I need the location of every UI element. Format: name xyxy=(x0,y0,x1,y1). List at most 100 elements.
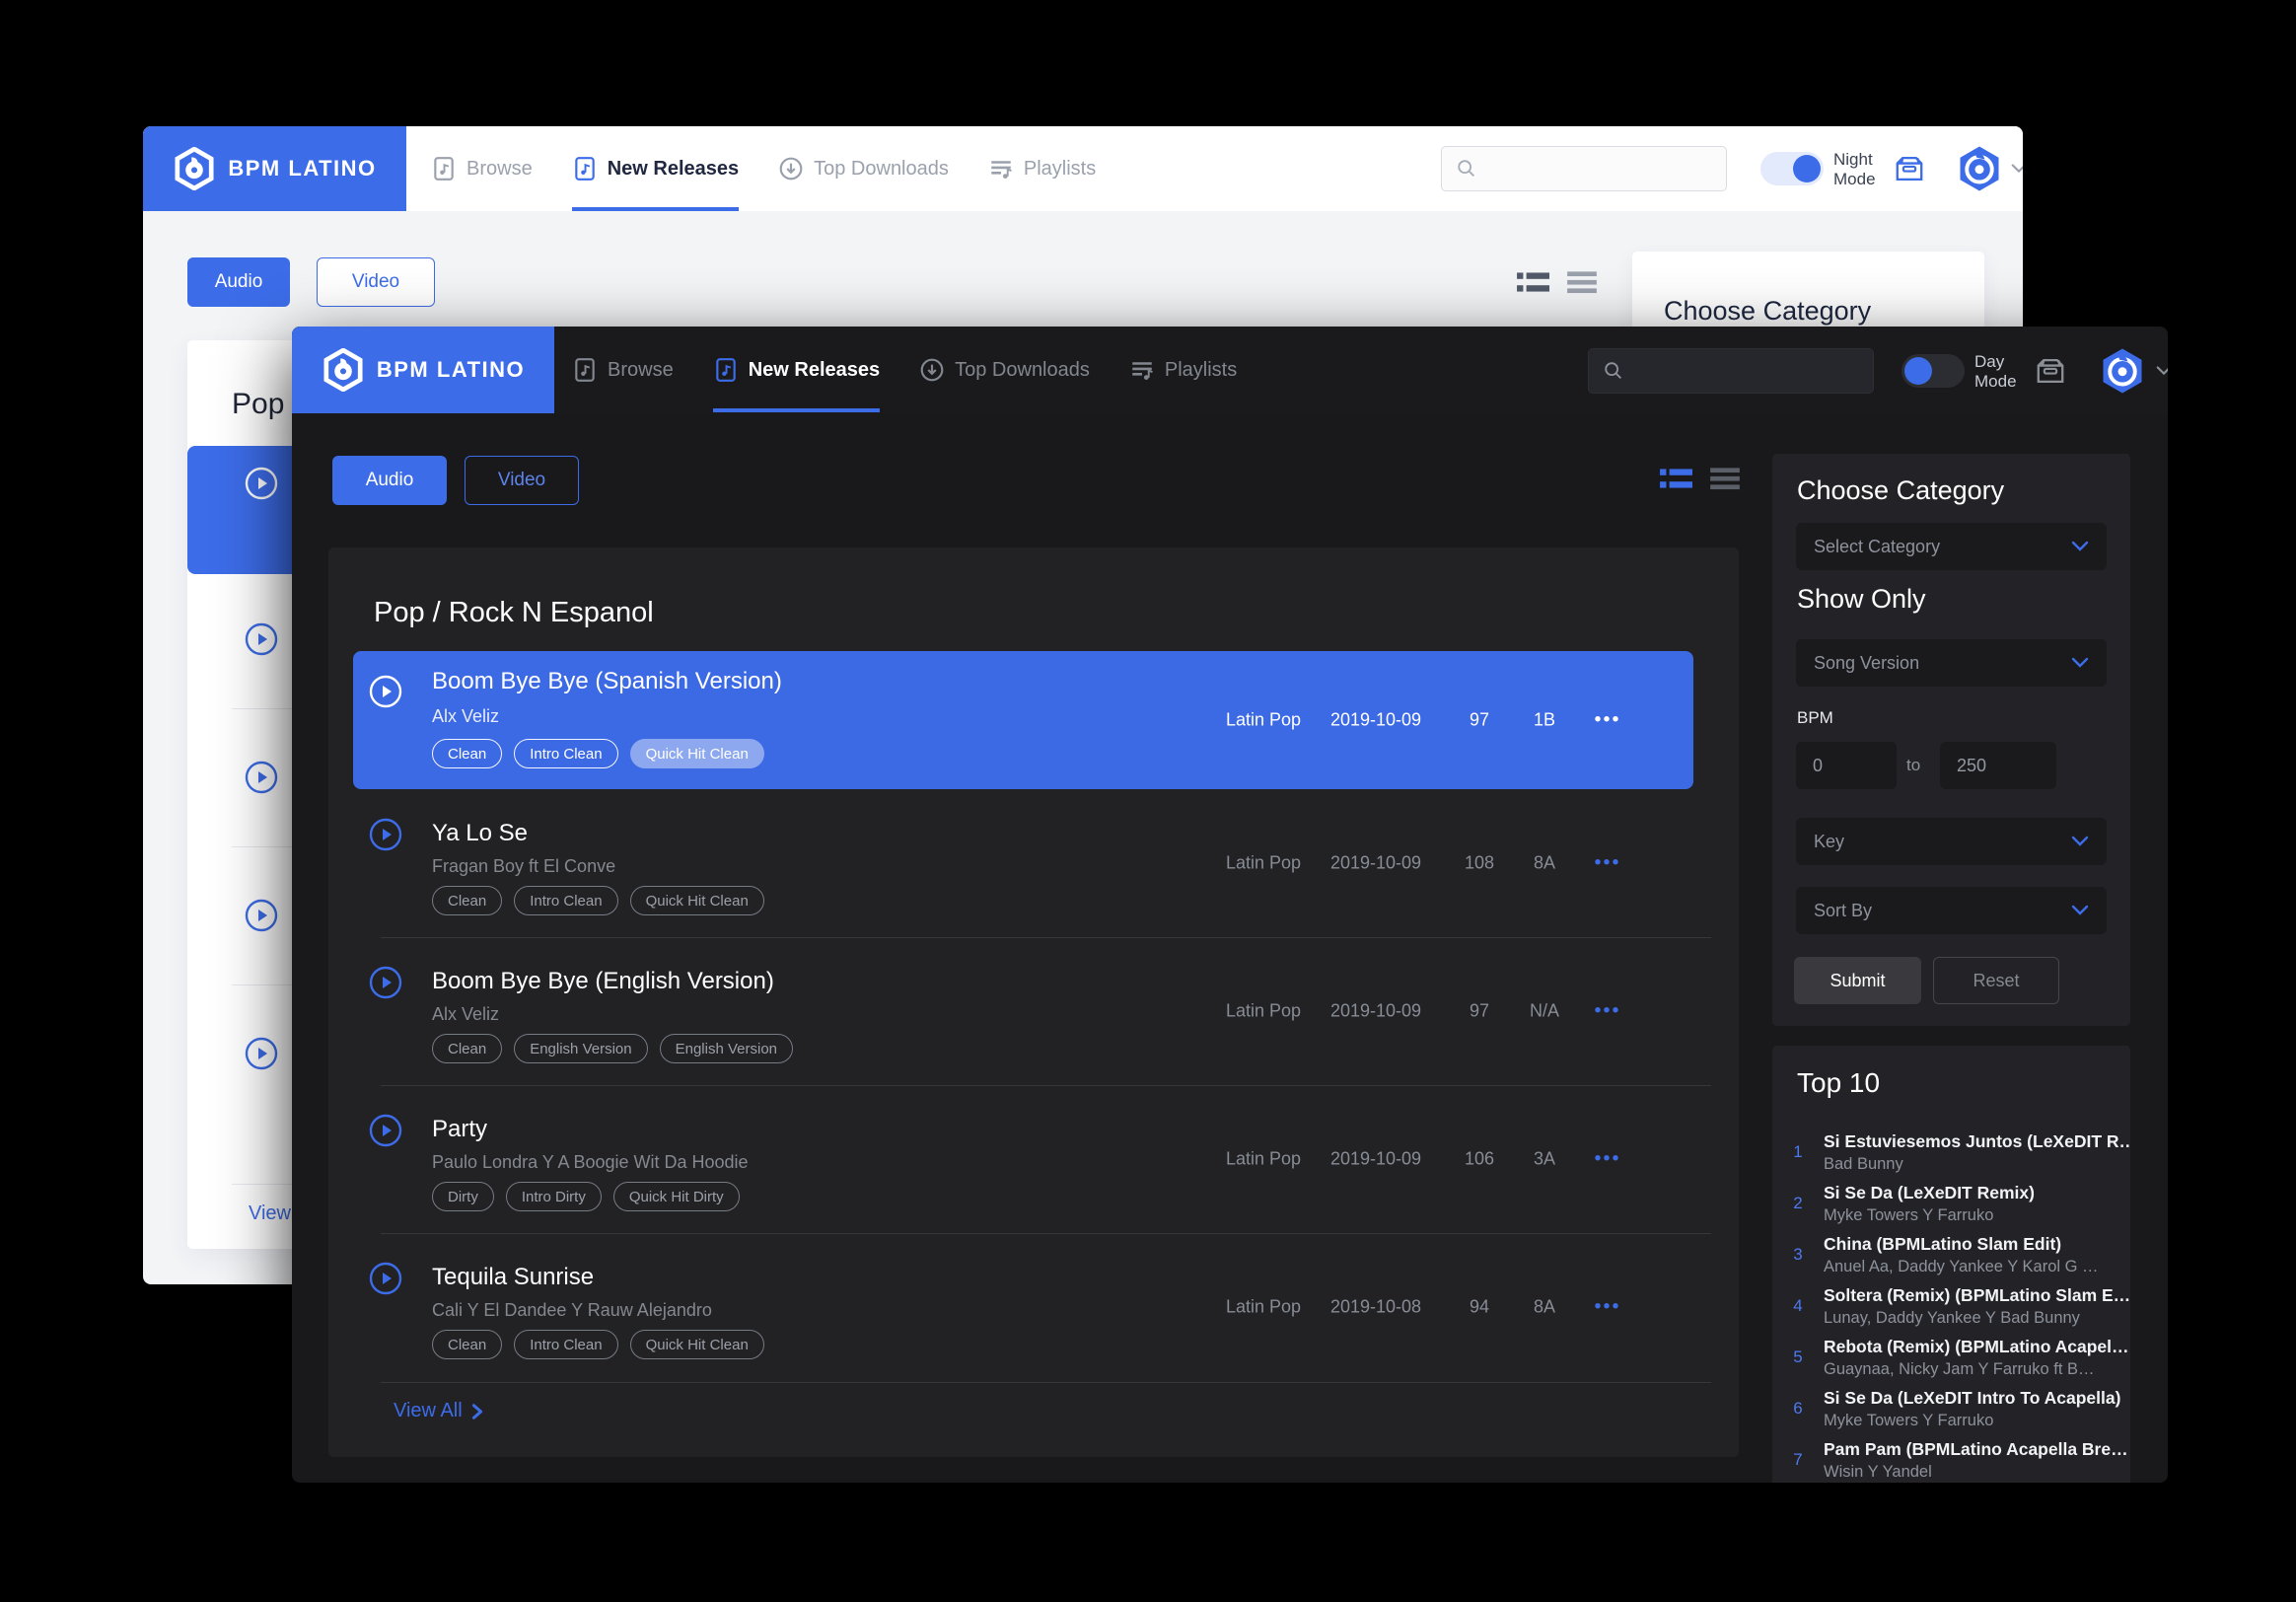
view-toggle xyxy=(1659,465,1742,492)
song-title: Si Se Da (LeXeDIT Remix) xyxy=(1824,1183,2035,1203)
nav-new-releases[interactable]: New Releases xyxy=(572,126,739,211)
crate-icon[interactable] xyxy=(1891,150,1928,187)
audio-tab[interactable]: Audio xyxy=(332,456,447,505)
tag-pill[interactable]: Intro Clean xyxy=(514,886,617,915)
play-button[interactable] xyxy=(245,1037,278,1070)
tag-pill-selected[interactable]: Quick Hit Clean xyxy=(630,739,764,768)
brand-logo[interactable]: BPM LATINO xyxy=(292,327,554,413)
view-all-link[interactable]: View All xyxy=(394,1400,484,1422)
top10-item[interactable]: 7 Pam Pam (BPMLatino Acapella Bre… Wisin… xyxy=(1772,1434,2130,1483)
top10-item[interactable]: 3 China (BPMLatino Slam Edit) Anuel Aa, … xyxy=(1772,1229,2130,1280)
nav-playlists[interactable]: Playlists xyxy=(1129,328,1237,412)
tag-pill[interactable]: Clean xyxy=(432,739,502,768)
track-row[interactable]: Boom Bye Bye (Spanish Version) Alx Veliz… xyxy=(353,651,1693,789)
browse-icon xyxy=(431,156,457,182)
tag-pill[interactable]: Quick Hit Clean xyxy=(630,886,764,915)
nav-new-releases[interactable]: New Releases xyxy=(713,328,880,412)
nav-top-downloads[interactable]: Top Downloads xyxy=(919,328,1090,412)
song-artist: Guaynaa, Nicky Jam Y Farruko ft B… xyxy=(1824,1360,2129,1379)
play-button[interactable] xyxy=(245,467,278,500)
nav-top-downloads[interactable]: Top Downloads xyxy=(778,126,949,211)
brand-logo[interactable]: BPM LATINO xyxy=(143,126,406,211)
list-view-icon[interactable] xyxy=(1516,268,1549,296)
play-button[interactable] xyxy=(369,675,402,708)
play-button[interactable] xyxy=(369,966,402,999)
row-divider xyxy=(381,1382,1711,1383)
nav-playlists[interactable]: Playlists xyxy=(988,126,1096,211)
avatar[interactable] xyxy=(1956,145,2003,192)
more-options-button[interactable]: ••• xyxy=(1573,709,1642,732)
tag-pill[interactable]: Quick Hit Dirty xyxy=(613,1182,740,1211)
grid-view-icon[interactable] xyxy=(1708,465,1742,492)
top10-item[interactable]: 6 Si Se Da (LeXeDIT Intro To Acapella) M… xyxy=(1772,1383,2130,1434)
track-row[interactable]: Boom Bye Bye (English Version) Alx Veliz… xyxy=(353,937,1693,1085)
nav-label: New Releases xyxy=(749,359,880,382)
play-button[interactable] xyxy=(369,1262,402,1295)
top10-item[interactable]: 1 Si Estuviesemos Juntos (LeXeDIT R… Bad… xyxy=(1772,1127,2130,1178)
audio-tab[interactable]: Audio xyxy=(187,257,290,307)
top10-item[interactable]: 2 Si Se Da (LeXeDIT Remix) Myke Towers Y… xyxy=(1772,1178,2130,1229)
chevron-down-icon[interactable] xyxy=(2011,163,2023,175)
track-genre: Latin Pop xyxy=(1209,853,1318,874)
play-button[interactable] xyxy=(369,818,402,851)
track-row[interactable]: Ya Lo Se Fragan Boy ft El Conve Clean In… xyxy=(353,789,1693,937)
tag-pill[interactable]: Intro Clean xyxy=(514,739,617,768)
view-toggle xyxy=(1516,268,1599,296)
nav-label: Top Downloads xyxy=(955,359,1090,382)
tag-pill[interactable]: Dirty xyxy=(432,1182,494,1211)
track-key: 8A xyxy=(1510,853,1579,874)
track-date: 2019-10-09 xyxy=(1317,710,1435,731)
tag-pill[interactable]: Quick Hit Clean xyxy=(630,1330,764,1359)
song-version-dropdown[interactable]: Song Version xyxy=(1796,639,2107,687)
list-view-icon[interactable] xyxy=(1659,465,1692,492)
top10-item[interactable]: 4 Soltera (Remix) (BPMLatino Slam E… Lun… xyxy=(1772,1280,2130,1332)
sort-by-dropdown[interactable]: Sort By xyxy=(1796,887,2107,934)
day-mode-toggle[interactable] xyxy=(1901,354,1965,388)
video-tab[interactable]: Video xyxy=(317,257,435,307)
filter-panel: Choose Category Select Category Show Onl… xyxy=(1772,454,2130,1026)
song-title: Pam Pam (BPMLatino Acapella Bre… xyxy=(1824,1439,2128,1460)
track-key: 3A xyxy=(1510,1149,1579,1170)
more-options-button[interactable]: ••• xyxy=(1573,1000,1642,1023)
tag-pill[interactable]: Clean xyxy=(432,1330,502,1359)
tag-pill[interactable]: Intro Dirty xyxy=(506,1182,602,1211)
night-mode-toggle[interactable] xyxy=(1760,152,1824,185)
play-button[interactable] xyxy=(369,1114,402,1147)
crate-icon[interactable] xyxy=(2032,352,2069,390)
tag-pill[interactable]: Intro Clean xyxy=(514,1330,617,1359)
tag-pill[interactable]: Clean xyxy=(432,1034,502,1063)
play-button[interactable] xyxy=(245,761,278,794)
tag-pill[interactable]: English Version xyxy=(660,1034,793,1063)
search-input[interactable] xyxy=(1588,348,1874,394)
top10-item[interactable]: 5 Rebota (Remix) (BPMLatino Acapel… Guay… xyxy=(1772,1332,2130,1383)
tag-pill[interactable]: Clean xyxy=(432,886,502,915)
grid-view-icon[interactable] xyxy=(1565,268,1599,296)
play-button[interactable] xyxy=(245,899,278,932)
track-row[interactable]: Party Paulo Londra Y A Boogie Wit Da Hoo… xyxy=(353,1085,1693,1233)
search-input[interactable] xyxy=(1441,146,1727,191)
submit-button[interactable]: Submit xyxy=(1794,957,1921,1004)
tag-pill[interactable]: English Version xyxy=(514,1034,647,1063)
avatar[interactable] xyxy=(2099,347,2146,395)
track-artist: Alx Veliz xyxy=(432,706,499,727)
more-options-button[interactable]: ••• xyxy=(1573,1148,1642,1171)
song-title: Rebota (Remix) (BPMLatino Acapel… xyxy=(1824,1337,2129,1357)
bpm-max-input[interactable]: 250 xyxy=(1940,742,2056,789)
bpm-to-label: to xyxy=(1906,756,1920,775)
song-title: Si Se Da (LeXeDIT Intro To Acapella) xyxy=(1824,1388,2120,1409)
song-artist: Myke Towers Y Farruko xyxy=(1824,1206,2035,1225)
chevron-down-icon[interactable] xyxy=(2156,365,2168,377)
play-button[interactable] xyxy=(245,622,278,656)
nav-browse[interactable]: Browse xyxy=(431,126,533,211)
track-genre: Latin Pop xyxy=(1209,1001,1318,1022)
more-options-button[interactable]: ••• xyxy=(1573,852,1642,875)
bpm-min-input[interactable]: 0 xyxy=(1796,742,1897,789)
track-row[interactable]: Tequila Sunrise Cali Y El Dandee Y Rauw … xyxy=(353,1233,1693,1381)
select-category-dropdown[interactable]: Select Category xyxy=(1796,523,2107,570)
video-tab[interactable]: Video xyxy=(465,456,579,505)
reset-button[interactable]: Reset xyxy=(1933,957,2059,1004)
more-options-button[interactable]: ••• xyxy=(1573,1296,1642,1319)
show-only-title: Show Only xyxy=(1797,584,1926,615)
nav-browse[interactable]: Browse xyxy=(572,328,674,412)
key-dropdown[interactable]: Key xyxy=(1796,818,2107,865)
